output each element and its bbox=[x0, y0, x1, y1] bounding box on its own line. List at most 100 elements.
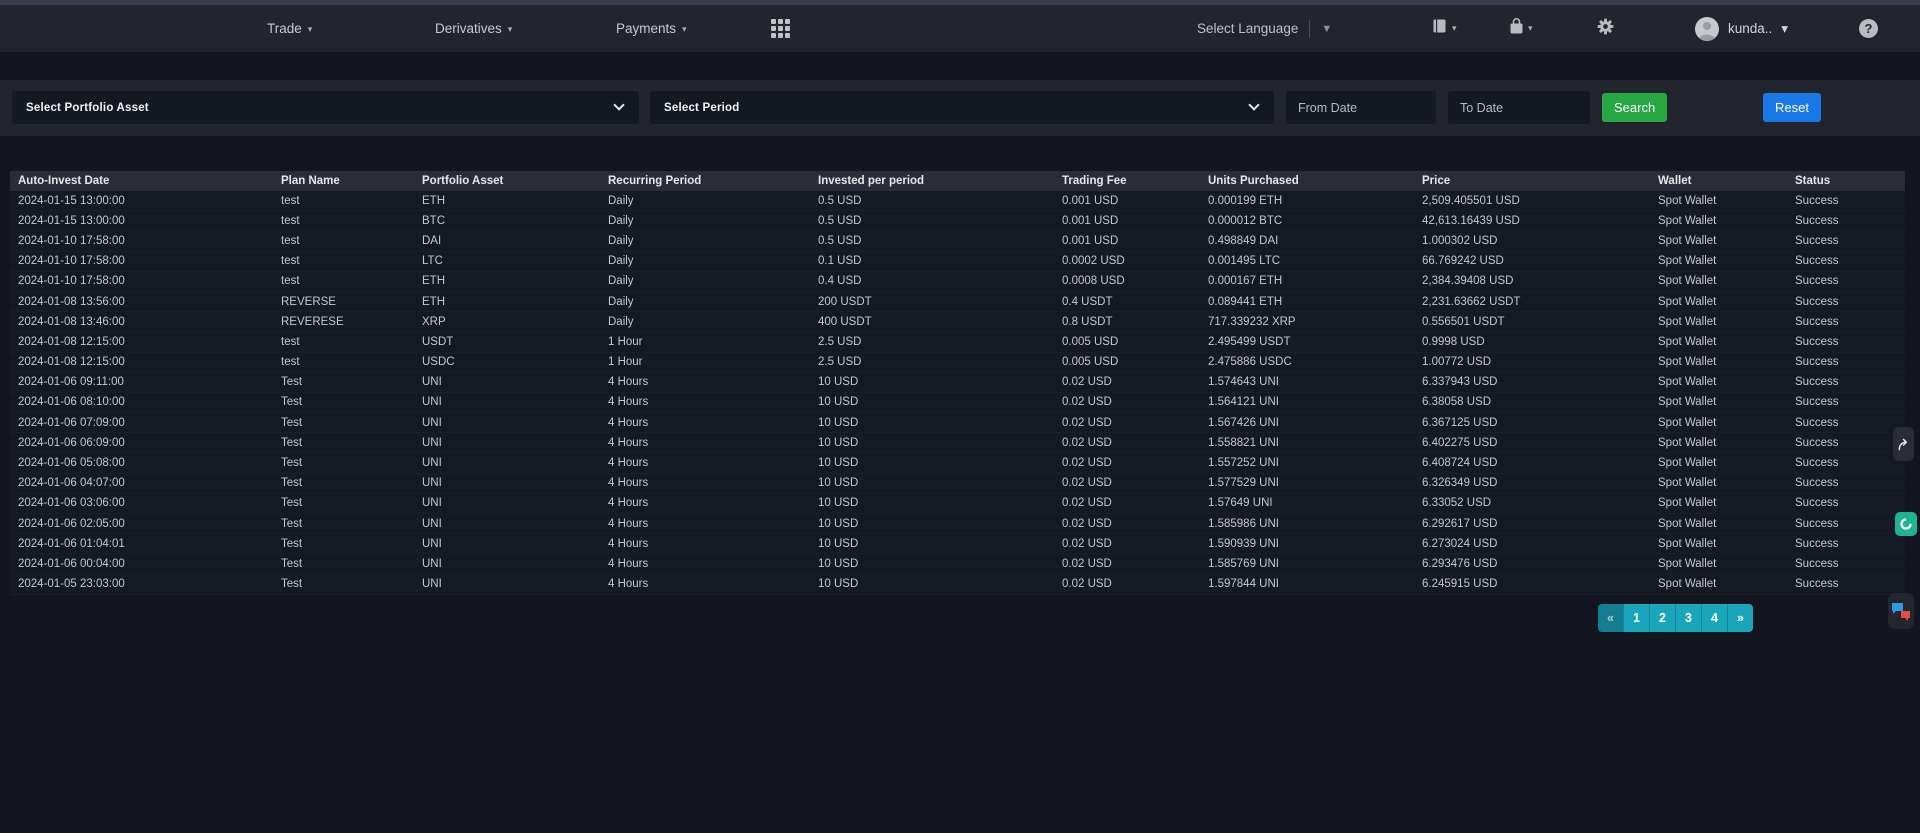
to-date-input[interactable] bbox=[1448, 91, 1590, 124]
table-cell: 2024-01-06 08:10:00 bbox=[10, 396, 273, 408]
table-cell: Spot Wallet bbox=[1650, 457, 1787, 469]
table-cell: 400 USDT bbox=[810, 316, 1054, 328]
chevron-down-icon: ▾ bbox=[308, 24, 313, 35]
table-cell: 6.33052 USD bbox=[1414, 497, 1650, 509]
table-cell: 6.293476 USD bbox=[1414, 558, 1650, 570]
pagination-page-1[interactable]: 1 bbox=[1623, 604, 1649, 632]
table-cell: 0.556501 USDT bbox=[1414, 316, 1650, 328]
table-cell: 4 Hours bbox=[600, 437, 810, 449]
help-icon[interactable]: ? bbox=[1859, 19, 1878, 38]
user-menu[interactable]: kunda.. ▾ bbox=[1695, 5, 1788, 52]
column-header: Invested per period bbox=[810, 175, 1054, 187]
table-cell: Spot Wallet bbox=[1650, 396, 1787, 408]
nav-item-trade[interactable]: Trade ▾ bbox=[267, 5, 312, 52]
table-cell: 0.02 USD bbox=[1054, 558, 1200, 570]
table-cell: 6.273024 USD bbox=[1414, 538, 1650, 550]
settings-button[interactable] bbox=[1597, 5, 1614, 52]
table-cell: Daily bbox=[600, 296, 810, 308]
table-cell: 10 USD bbox=[810, 477, 1054, 489]
table-cell: 4 Hours bbox=[600, 558, 810, 570]
table-cell: 0.9998 USD bbox=[1414, 336, 1650, 348]
table-cell: 0.000012 BTC bbox=[1200, 215, 1414, 227]
orders-menu[interactable]: ▾ bbox=[1432, 5, 1457, 52]
filter-panel: Select Portfolio Asset Select Period Sea… bbox=[0, 80, 1920, 136]
portfolio-asset-select[interactable]: Select Portfolio Asset bbox=[12, 91, 639, 124]
nav-item-derivatives[interactable]: Derivatives ▾ bbox=[435, 5, 512, 52]
table-row: 2024-01-15 13:00:00testBTCDaily0.5 USD0.… bbox=[10, 211, 1905, 231]
table-cell: UNI bbox=[414, 538, 600, 550]
table-cell: Test bbox=[273, 518, 414, 530]
table-cell: Success bbox=[1787, 255, 1905, 267]
table-cell: UNI bbox=[414, 558, 600, 570]
table-cell: 10 USD bbox=[810, 457, 1054, 469]
messenger-icon[interactable] bbox=[1895, 512, 1917, 536]
table-cell: Test bbox=[273, 497, 414, 509]
table-cell: 2024-01-06 01:04:01 bbox=[10, 538, 273, 550]
nav-item-label: Payments bbox=[616, 21, 676, 36]
table-cell: 2024-01-10 17:58:00 bbox=[10, 255, 273, 267]
share-arrow-icon[interactable] bbox=[1893, 427, 1914, 461]
book-icon bbox=[1432, 18, 1448, 39]
assets-menu[interactable]: ▾ bbox=[1509, 5, 1533, 52]
pagination-page-2[interactable]: 2 bbox=[1649, 604, 1675, 632]
language-selector[interactable]: Select Language ▼ bbox=[1197, 5, 1332, 52]
chevron-down-icon: ▾ bbox=[1452, 23, 1457, 34]
table-cell: Daily bbox=[600, 195, 810, 207]
username: kunda.. bbox=[1728, 21, 1772, 36]
table-cell: Spot Wallet bbox=[1650, 195, 1787, 207]
table-cell: Success bbox=[1787, 518, 1905, 530]
column-header: Price bbox=[1414, 175, 1650, 187]
table-cell: 2024-01-08 12:15:00 bbox=[10, 336, 273, 348]
table-cell: test bbox=[273, 356, 414, 368]
table-cell: Daily bbox=[600, 275, 810, 287]
table-cell: Test bbox=[273, 578, 414, 590]
table-cell: test bbox=[273, 235, 414, 247]
table-cell: 2024-01-10 17:58:00 bbox=[10, 235, 273, 247]
table-cell: 0.5 USD bbox=[810, 215, 1054, 227]
table-cell: 0.02 USD bbox=[1054, 396, 1200, 408]
table-cell: Test bbox=[273, 558, 414, 570]
apps-grid-icon[interactable] bbox=[771, 19, 790, 38]
table-cell: 1.577529 UNI bbox=[1200, 477, 1414, 489]
reset-button[interactable]: Reset bbox=[1763, 93, 1821, 122]
pagination: « 1234 » bbox=[1598, 604, 1753, 632]
table-cell: 200 USDT bbox=[810, 296, 1054, 308]
table-row: 2024-01-06 05:08:00TestUNI4 Hours10 USD0… bbox=[10, 453, 1905, 473]
table-cell: ETH bbox=[414, 296, 600, 308]
table-cell: 66.769242 USD bbox=[1414, 255, 1650, 267]
pagination-page-4[interactable]: 4 bbox=[1701, 604, 1727, 632]
table-cell: 1 Hour bbox=[600, 356, 810, 368]
table-row: 2024-01-08 13:46:00REVERESEXRPDaily400 U… bbox=[10, 312, 1905, 332]
table-cell: Spot Wallet bbox=[1650, 356, 1787, 368]
table-cell: Spot Wallet bbox=[1650, 497, 1787, 509]
table-cell: 2024-01-15 13:00:00 bbox=[10, 215, 273, 227]
search-button[interactable]: Search bbox=[1602, 93, 1667, 122]
table-cell: 2024-01-06 02:05:00 bbox=[10, 518, 273, 530]
table-cell: 0.5 USD bbox=[810, 235, 1054, 247]
avatar bbox=[1695, 17, 1719, 41]
chat-widget-icon[interactable] bbox=[1888, 593, 1914, 629]
pagination-page-3[interactable]: 3 bbox=[1675, 604, 1701, 632]
table-cell: REVERSE bbox=[273, 296, 414, 308]
chevron-down-icon: ▾ bbox=[1528, 23, 1533, 34]
table-cell: 10 USD bbox=[810, 437, 1054, 449]
nav-item-payments[interactable]: Payments ▾ bbox=[616, 5, 687, 52]
from-date-input[interactable] bbox=[1286, 91, 1436, 124]
table-cell: USDC bbox=[414, 356, 600, 368]
table-cell: Test bbox=[273, 376, 414, 388]
pagination-next-button[interactable]: » bbox=[1727, 604, 1753, 632]
table-cell: Success bbox=[1787, 578, 1905, 590]
table-cell: Test bbox=[273, 417, 414, 429]
table-row: 2024-01-06 09:11:00TestUNI4 Hours10 USD0… bbox=[10, 373, 1905, 393]
table-row: 2024-01-08 12:15:00testUSDT1 Hour2.5 USD… bbox=[10, 332, 1905, 352]
pagination-prev-button[interactable]: « bbox=[1598, 604, 1623, 632]
table-cell: DAI bbox=[414, 235, 600, 247]
table-cell: 2024-01-15 13:00:00 bbox=[10, 195, 273, 207]
table-cell: Spot Wallet bbox=[1650, 235, 1787, 247]
table-cell: Success bbox=[1787, 477, 1905, 489]
table-cell: 0.001 USD bbox=[1054, 195, 1200, 207]
table-cell: 1.590939 UNI bbox=[1200, 538, 1414, 550]
table-cell: UNI bbox=[414, 578, 600, 590]
period-select[interactable]: Select Period bbox=[650, 91, 1274, 124]
chevron-down-icon: ▾ bbox=[1781, 21, 1788, 37]
